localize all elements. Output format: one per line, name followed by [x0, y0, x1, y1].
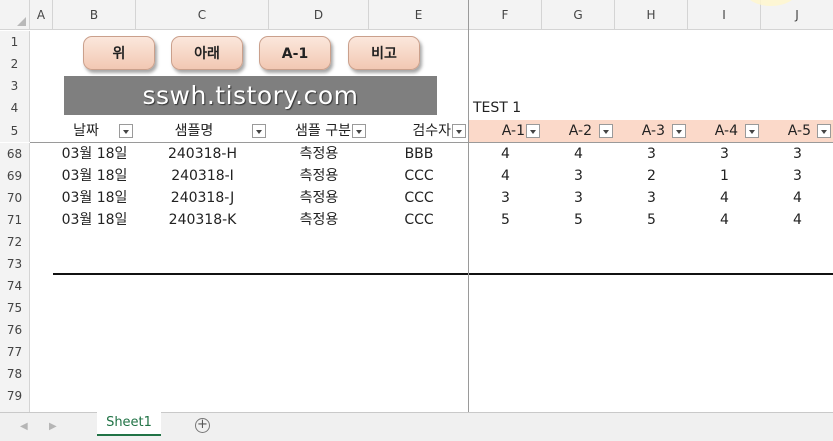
test-label: TEST 1 [473, 100, 522, 116]
cell-a1[interactable]: 4 [469, 165, 542, 187]
header-a3: A-3 [641, 123, 665, 139]
column-header-b[interactable]: B [53, 0, 136, 30]
up-button[interactable]: 위 [83, 36, 155, 70]
column-header-c[interactable]: C [136, 0, 269, 30]
cell-sample[interactable]: 240318-J [136, 187, 269, 209]
scroll-tabs-right-icon[interactable]: ▶ [49, 421, 57, 432]
row-header-68[interactable]: 68 [0, 143, 30, 165]
select-all-corner[interactable] [0, 0, 30, 30]
row-header-74[interactable]: 74 [0, 275, 30, 297]
cell-sample[interactable]: 240318-H [136, 143, 269, 165]
row-header-1[interactable]: 1 [0, 31, 30, 53]
cell-sample-type[interactable]: 측정용 [269, 143, 369, 165]
cell-a3[interactable]: 3 [615, 143, 688, 165]
remarks-button[interactable]: 비고 [348, 36, 420, 70]
cell-a1[interactable]: 4 [469, 143, 542, 165]
blog-banner: sswh.tistory.com [64, 76, 437, 115]
cell-a4[interactable]: 1 [688, 165, 761, 187]
cell-a5[interactable]: 3 [761, 143, 833, 165]
cell-date[interactable]: 03월 18일 [53, 209, 136, 231]
cell-sample-type[interactable]: 측정용 [269, 165, 369, 187]
cell-sample-type[interactable]: 측정용 [269, 187, 369, 209]
header-inspector: 검수자 [412, 123, 451, 139]
header-a1: A-1 [501, 123, 525, 139]
cell-a1[interactable]: 5 [469, 209, 542, 231]
filter-dropdown-inspector[interactable] [452, 124, 466, 138]
header-a2: A-2 [568, 123, 592, 139]
sheet-tab-sheet1[interactable]: Sheet1 [97, 412, 161, 436]
cell-inspector[interactable]: CCC [369, 187, 469, 209]
row-header-5[interactable]: 5 [0, 120, 30, 142]
cell-sample[interactable]: 240318-K [136, 209, 269, 231]
column-header-d[interactable]: D [269, 0, 369, 30]
add-sheet-icon[interactable]: + [195, 418, 210, 433]
cell-date[interactable]: 03월 18일 [53, 165, 136, 187]
cell-inspector[interactable]: BBB [369, 143, 469, 165]
column-header-e[interactable]: E [369, 0, 469, 30]
column-header-a[interactable]: A [30, 0, 53, 30]
cell-a3[interactable]: 3 [615, 187, 688, 209]
cell-a3[interactable]: 2 [615, 165, 688, 187]
row-header-73[interactable]: 73 [0, 253, 30, 275]
down-button[interactable]: 아래 [171, 36, 243, 70]
cell-a5[interactable]: 4 [761, 187, 833, 209]
cell-a5[interactable]: 3 [761, 165, 833, 187]
row-header-4[interactable]: 4 [0, 97, 30, 120]
row-header-72[interactable]: 72 [0, 231, 30, 253]
header-a4: A-4 [714, 123, 738, 139]
row-header-3[interactable]: 3 [0, 75, 30, 97]
cell-a1[interactable]: 3 [469, 187, 542, 209]
cell-a4[interactable]: 4 [688, 209, 761, 231]
cell-a2[interactable]: 4 [542, 143, 615, 165]
cell-a2[interactable]: 3 [542, 187, 615, 209]
column-header-f[interactable]: F [469, 0, 542, 30]
cell-inspector[interactable]: CCC [369, 165, 469, 187]
filter-dropdown-a4[interactable] [745, 124, 759, 138]
filter-dropdown-a1[interactable] [526, 124, 540, 138]
cell-sample-type[interactable]: 측정용 [269, 209, 369, 231]
column-header-i[interactable]: I [688, 0, 761, 30]
freeze-pane-horizontal [30, 142, 833, 143]
cell-sample[interactable]: 240318-I [136, 165, 269, 187]
cell-a4[interactable]: 3 [688, 143, 761, 165]
a1-button[interactable]: A-1 [259, 36, 331, 70]
row-header-79[interactable]: 79 [0, 385, 30, 407]
header-sample-type: 샘플 구분 [295, 123, 351, 139]
row-header-2[interactable]: 2 [0, 53, 30, 75]
cell-inspector[interactable]: CCC [369, 209, 469, 231]
cell-date[interactable]: 03월 18일 [53, 143, 136, 165]
row-header-75[interactable]: 75 [0, 297, 30, 319]
filter-dropdown-sample[interactable] [252, 124, 266, 138]
row-header-78[interactable]: 78 [0, 363, 30, 385]
filter-dropdown-a3[interactable] [672, 124, 686, 138]
row-header-76[interactable]: 76 [0, 319, 30, 341]
freeze-pane-vertical [468, 0, 469, 412]
header-date: 날짜 [73, 123, 99, 139]
cell-a3[interactable]: 5 [615, 209, 688, 231]
cell-a2[interactable]: 3 [542, 165, 615, 187]
scroll-tabs-left-icon[interactable]: ◀ [20, 421, 28, 432]
column-header-h[interactable]: H [615, 0, 688, 30]
header-sample: 샘플명 [174, 123, 214, 139]
column-header-g[interactable]: G [542, 0, 615, 30]
row-header-71[interactable]: 71 [0, 209, 30, 231]
spreadsheet-grid[interactable]: A B C D E F G H I J 1 2 3 4 5 68 69 70 7… [0, 0, 833, 412]
sheet-tab-bar: ◀ ▶ Sheet1 + [0, 412, 833, 441]
cell-a5[interactable]: 4 [761, 209, 833, 231]
filter-dropdown-a2[interactable] [599, 124, 613, 138]
row-header-69[interactable]: 69 [0, 165, 30, 187]
filter-dropdown-sample-type[interactable] [352, 124, 366, 138]
filter-dropdown-date[interactable] [119, 124, 133, 138]
cell-a4[interactable]: 4 [688, 187, 761, 209]
bottom-border-line [53, 273, 833, 275]
row-header-70[interactable]: 70 [0, 187, 30, 209]
row-header-77[interactable]: 77 [0, 341, 30, 363]
cell-date[interactable]: 03월 18일 [53, 187, 136, 209]
cell-a2[interactable]: 5 [542, 209, 615, 231]
filter-dropdown-a5[interactable] [817, 124, 831, 138]
header-a5: A-5 [787, 123, 811, 139]
